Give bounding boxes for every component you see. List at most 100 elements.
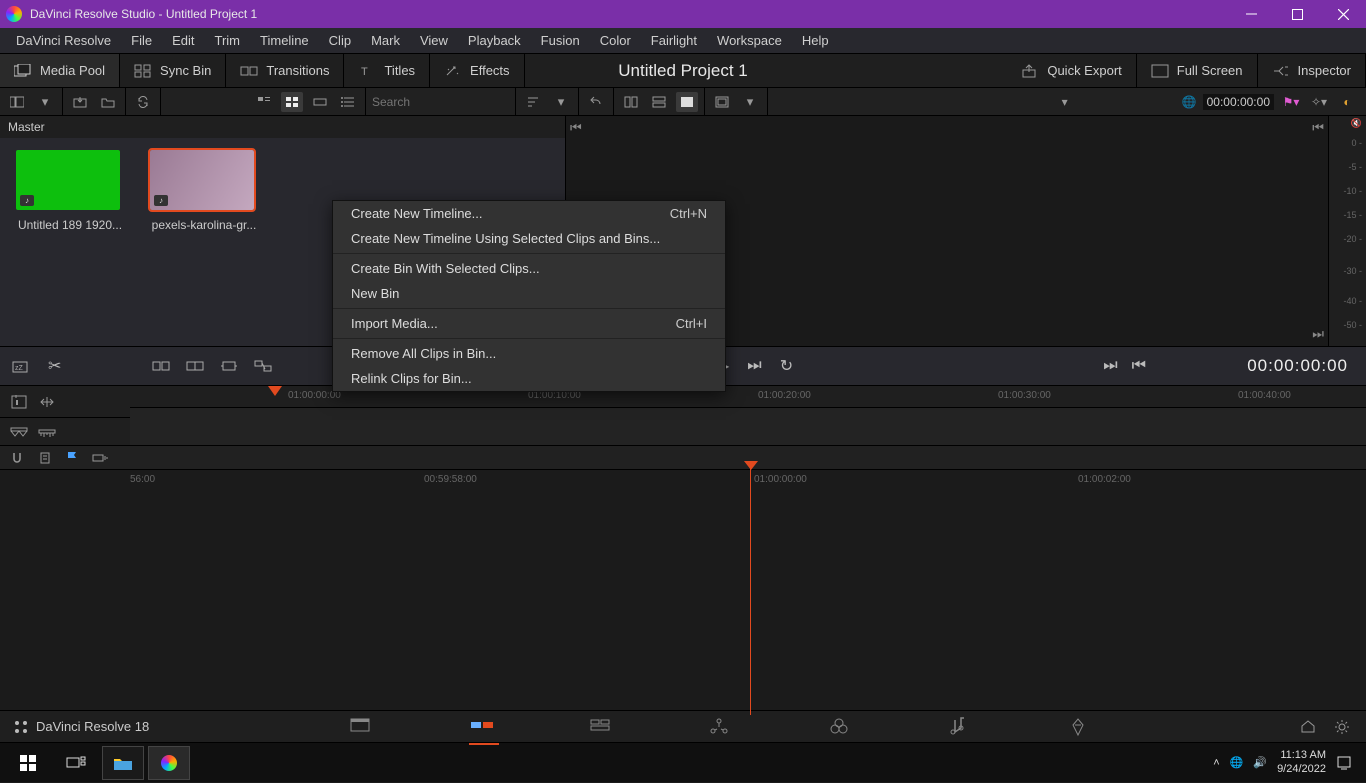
taskbar-davinci[interactable] <box>148 746 190 780</box>
audio-scrub-icon[interactable] <box>92 452 108 464</box>
clip-thumbnail[interactable] <box>16 150 120 210</box>
strip-view-icon[interactable] <box>309 92 331 112</box>
task-view-button[interactable] <box>52 743 100 783</box>
tab-sync-bin[interactable]: Sync Bin <box>120 54 226 87</box>
next-edit-icon[interactable]: ⏭ <box>1103 357 1117 375</box>
fit-to-fill-icon[interactable] <box>253 359 273 373</box>
taskbar-clock[interactable]: 11:13 AM 9/24/2022 <box>1277 749 1326 775</box>
menu-help[interactable]: Help <box>792 28 839 54</box>
home-icon[interactable] <box>1300 719 1316 735</box>
menu-item[interactable]: Create New Timeline...Ctrl+N <box>333 201 725 226</box>
tab-titles[interactable]: T Titles <box>344 54 430 87</box>
page-fairlight[interactable] <box>949 717 979 737</box>
prev-edit-icon[interactable]: ⏮ <box>1132 357 1146 375</box>
sort-icon[interactable] <box>522 92 544 112</box>
taskbar-explorer[interactable] <box>102 746 144 780</box>
safe-area-icon[interactable] <box>711 92 733 112</box>
menu-file[interactable]: File <box>121 28 162 54</box>
chevron-down-icon[interactable]: ▾ <box>739 92 761 112</box>
minimize-button[interactable] <box>1228 0 1274 28</box>
search-input[interactable] <box>372 95 492 109</box>
menu-timeline[interactable]: Timeline <box>250 28 319 54</box>
menu-playback[interactable]: Playback <box>458 28 531 54</box>
flag-icon[interactable]: ⚑▾ <box>1280 92 1302 112</box>
split-icon[interactable]: ✂ <box>48 356 61 376</box>
tab-full-screen[interactable]: Full Screen <box>1137 54 1258 87</box>
tray-volume-icon[interactable]: 🔊 <box>1253 756 1267 769</box>
chevron-down-icon[interactable]: ▾ <box>1054 92 1076 112</box>
start-button[interactable] <box>4 743 52 783</box>
viewer-mode-b-icon[interactable] <box>648 92 670 112</box>
settings-icon[interactable] <box>1334 719 1350 735</box>
loop-icon[interactable]: ↻ <box>780 356 793 376</box>
tab-media-pool[interactable]: Media Pool <box>0 54 120 87</box>
trim-track-icon[interactable] <box>38 394 56 410</box>
undo-icon[interactable] <box>585 92 607 112</box>
timeline-tracks[interactable]: 56:0000:59:58:0001:00:00:0001:00:02:00 <box>0 470 1366 710</box>
flag-blue-icon[interactable] <box>66 451 78 465</box>
page-color[interactable] <box>829 717 859 737</box>
prev-frame-icon[interactable]: ⏮ <box>1312 120 1324 136</box>
tab-quick-export[interactable]: Quick Export <box>1007 54 1136 87</box>
go-end-icon[interactable]: ⏭ <box>747 357 761 375</box>
lock-track-icon[interactable] <box>10 394 28 410</box>
video-track-icon[interactable] <box>10 425 28 439</box>
insert-icon[interactable] <box>151 359 171 373</box>
tab-transitions[interactable]: Transitions <box>226 54 344 87</box>
menu-davinci-resolve[interactable]: DaVinci Resolve <box>6 28 121 54</box>
maximize-button[interactable] <box>1274 0 1320 28</box>
menu-item[interactable]: New Bin <box>333 281 725 306</box>
page-deliver[interactable] <box>1069 717 1099 737</box>
clip-item[interactable]: Untitled 189 1920... <box>16 150 124 232</box>
menu-fusion[interactable]: Fusion <box>531 28 590 54</box>
menu-trim[interactable]: Trim <box>205 28 251 54</box>
viewer-mode-a-icon[interactable] <box>620 92 642 112</box>
playhead-icon[interactable] <box>268 386 282 396</box>
import-media-icon[interactable] <box>69 92 91 112</box>
playhead[interactable] <box>750 465 751 715</box>
snap-icon[interactable] <box>10 451 24 465</box>
sync-icon[interactable] <box>132 92 154 112</box>
clip-thumbnail[interactable] <box>150 150 254 210</box>
bin-header[interactable]: Master <box>0 116 565 138</box>
notifications-icon[interactable] <box>1336 755 1352 771</box>
marker-view-icon[interactable] <box>38 451 52 465</box>
skip-first-icon[interactable]: ⏮ <box>570 120 582 136</box>
next-frame-icon[interactable]: ⏭ <box>1312 326 1324 342</box>
tab-effects[interactable]: Effects <box>430 54 525 87</box>
menu-clip[interactable]: Clip <box>319 28 361 54</box>
audio-track-icon[interactable] <box>38 425 56 439</box>
viewer-timecode[interactable]: 00:00:00:00 <box>1203 94 1274 110</box>
overwrite-icon[interactable] <box>185 359 205 373</box>
import-folder-icon[interactable] <box>97 92 119 112</box>
list-view-icon[interactable] <box>337 92 359 112</box>
menu-mark[interactable]: Mark <box>361 28 410 54</box>
page-fusion[interactable] <box>709 717 739 737</box>
tray-network-icon[interactable]: 🌐 <box>1230 756 1244 769</box>
timeline-timecode[interactable]: 00:00:00:00 <box>1247 356 1348 376</box>
chevron-down-icon[interactable]: ▾ <box>550 92 572 112</box>
tab-inspector[interactable]: Inspector <box>1258 54 1366 87</box>
page-edit[interactable] <box>589 717 619 737</box>
viewer-mode-c-icon[interactable] <box>676 92 698 112</box>
timeline-ruler-overview[interactable]: 01:00:00:0001:00:10:0001:00:20:0001:00:3… <box>130 386 1366 408</box>
clip-item[interactable]: pexels-karolina-gr... <box>150 150 258 232</box>
page-media[interactable] <box>349 717 379 737</box>
boring-detector-icon[interactable]: zZ <box>12 358 34 374</box>
bypass-icon[interactable]: ◐ <box>1336 92 1358 112</box>
home-button[interactable]: DaVinci Resolve 18 <box>0 719 163 734</box>
menu-item[interactable]: Create New Timeline Using Selected Clips… <box>333 226 725 251</box>
menu-color[interactable]: Color <box>590 28 641 54</box>
mute-icon[interactable]: 🔇 <box>1351 118 1362 129</box>
thumbnail-view-icon[interactable] <box>281 92 303 112</box>
menu-fairlight[interactable]: Fairlight <box>641 28 707 54</box>
tray-chevron-icon[interactable]: ˄ <box>1213 757 1219 769</box>
close-button[interactable] <box>1320 0 1366 28</box>
menu-item[interactable]: Remove All Clips in Bin... <box>333 341 725 366</box>
bin-list-toggle-icon[interactable] <box>6 92 28 112</box>
menu-edit[interactable]: Edit <box>162 28 204 54</box>
menu-view[interactable]: View <box>410 28 458 54</box>
wand-icon[interactable]: ✧▾ <box>1308 92 1330 112</box>
menu-item[interactable]: Relink Clips for Bin... <box>333 366 725 391</box>
page-cut[interactable] <box>469 717 499 745</box>
